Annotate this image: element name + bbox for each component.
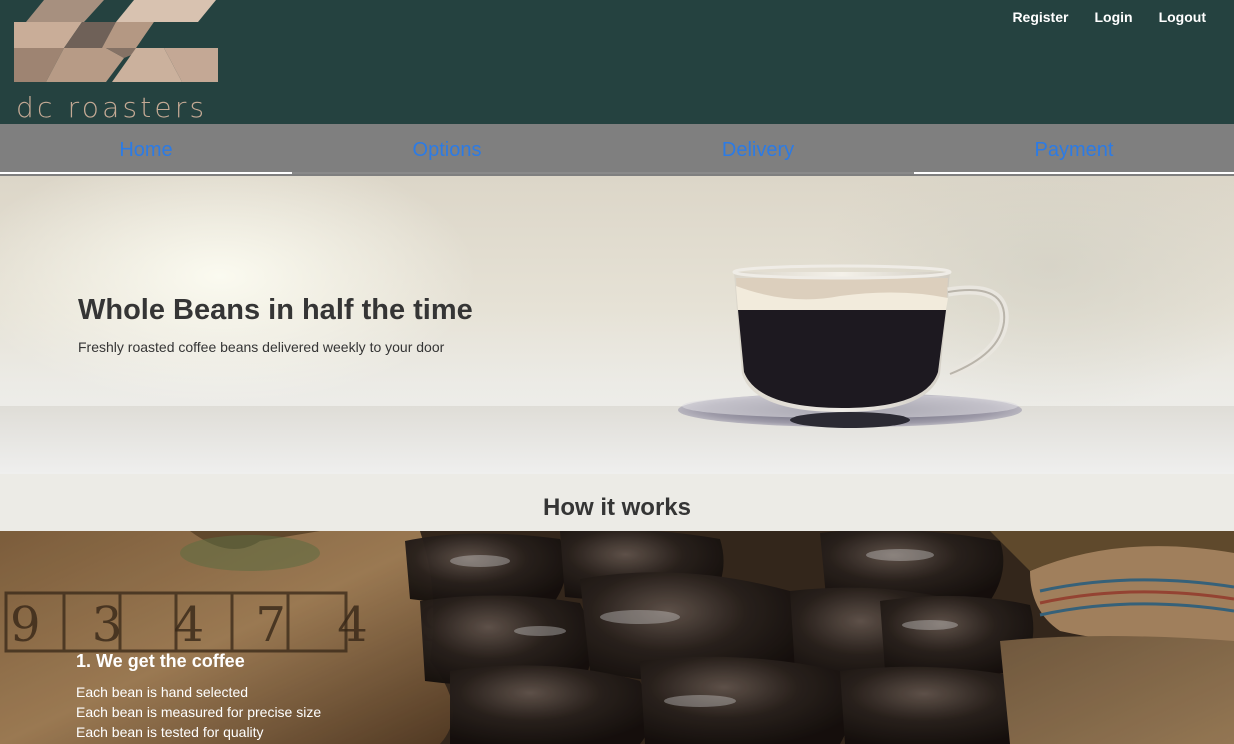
register-link[interactable]: Register <box>1012 9 1068 25</box>
nav-item-delivery[interactable]: Delivery <box>602 124 914 174</box>
login-link[interactable]: Login <box>1094 9 1132 25</box>
main-nav: Home Options Delivery Payment <box>0 124 1234 176</box>
brand-name: dc roasters <box>16 91 208 124</box>
how-it-works-header: How it works <box>0 474 1234 531</box>
nav-label-home: Home <box>119 138 173 161</box>
step-title: 1. We get the coffee <box>76 651 245 671</box>
step-detail-list: Each bean is hand selected Each bean is … <box>76 682 321 742</box>
site-header: dc roasters Register Login Logout <box>0 0 1234 124</box>
auth-links: Register Login Logout <box>1012 9 1206 25</box>
hero-banner: Whole Beans in half the time Freshly roa… <box>0 176 1234 474</box>
logout-link[interactable]: Logout <box>1159 9 1206 25</box>
how-it-works-heading: How it works <box>542 494 692 521</box>
dc-roasters-logo[interactable]: dc roasters <box>14 0 219 124</box>
hero-title: Whole Beans in half the time <box>78 294 473 326</box>
nav-label-payment: Payment <box>1034 138 1114 161</box>
step-detail: Each bean is tested for quality <box>76 724 264 740</box>
hero-background-light <box>0 176 480 406</box>
hero-subtitle: Freshly roasted coffee beans delivered w… <box>78 339 445 355</box>
nav-item-payment[interactable]: Payment <box>914 124 1234 174</box>
nav-label-options: Options <box>412 138 482 161</box>
step-detail: Each bean is measured for precise size <box>76 704 322 720</box>
hero-table-surface <box>0 406 1234 474</box>
step-detail: Each bean is hand selected <box>76 684 249 700</box>
coffee-bags-section: 9 3 4 7 4 9 1. We get the coffee Each be… <box>0 531 1234 744</box>
logo-mark-icon <box>14 0 218 82</box>
nav-item-home[interactable]: Home <box>0 124 292 174</box>
nav-item-options[interactable]: Options <box>292 124 602 174</box>
coffee-cup-image <box>678 264 1022 428</box>
nav-label-delivery: Delivery <box>721 138 795 161</box>
